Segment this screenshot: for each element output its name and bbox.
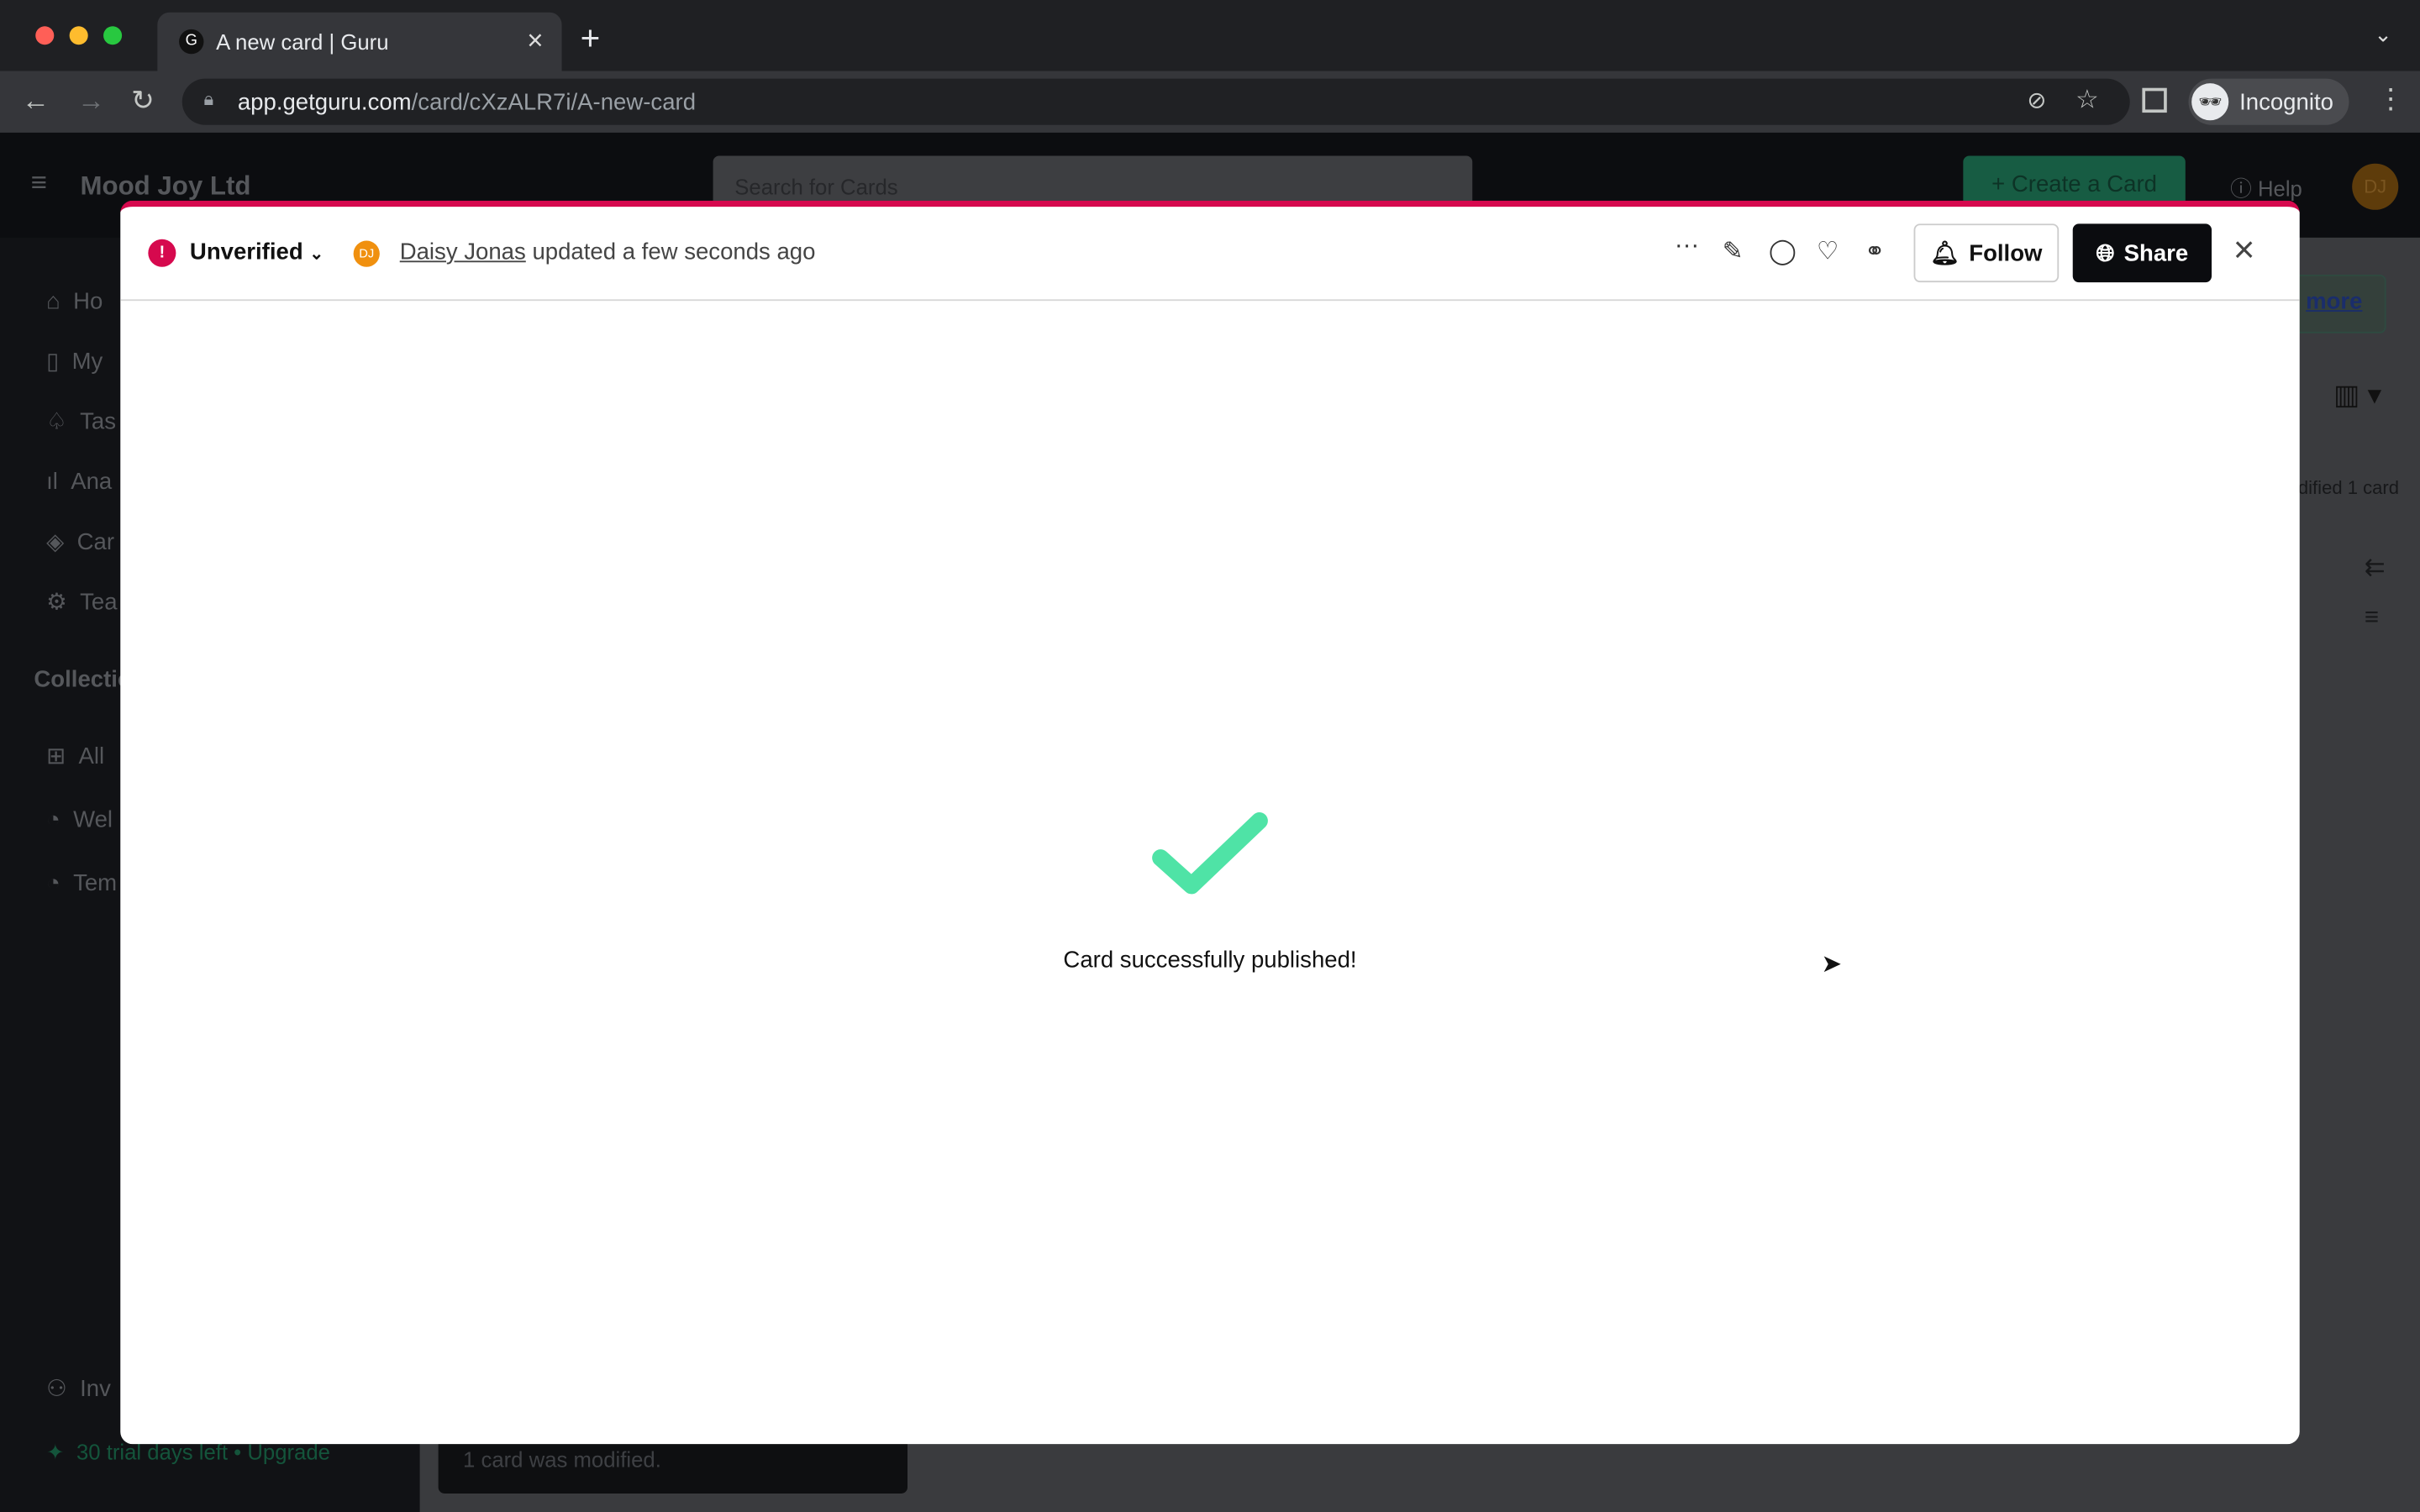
help-link[interactable]: ⓘ Help [2230,173,2302,204]
back-icon[interactable]: ← [22,85,50,118]
chevron-down-icon: ⌄ [309,245,324,265]
unverified-alert-icon: ! [148,239,176,267]
reload-icon[interactable]: ↻ [131,85,155,118]
updated-text: updated a few seconds ago [532,239,816,265]
side-panel-icon[interactable] [2142,87,2167,113]
sidebar-item-team-settings[interactable]: ⚙ Tea [46,572,117,633]
org-name[interactable]: Mood Joy Ltd [81,171,251,202]
author-avatar: DJ [353,240,380,267]
incognito-icon: 🕶︎ [2191,83,2229,121]
collection-templates[interactable]: ◔ Tem [46,852,117,915]
browser-menu-icon[interactable]: ⋮ [2377,83,2405,116]
incognito-profile-button[interactable]: 🕶︎ Incognito [2188,78,2349,125]
search-placeholder: Search for Cards [734,174,898,199]
lock-icon: 🔒︎ [203,87,214,110]
sidebar-item-my-cards[interactable]: ▯ My [46,332,117,392]
column-layout-icon[interactable]: ▥ ▾ [2333,380,2381,412]
address-bar[interactable]: 🔒︎ app.getguru.com/card/cXzALR7i/A-new-c… [182,78,2130,125]
verification-status-dropdown[interactable]: Unverified ⌄ [190,239,324,265]
close-tab-icon[interactable]: × [527,24,543,57]
forward-icon[interactable]: → [77,85,105,118]
learn-more-link[interactable]: more [2306,288,2362,314]
edit-pencil-icon[interactable]: ✎ [1723,236,1744,267]
heart-icon[interactable]: ♡ [1817,236,1839,267]
more-options-icon[interactable]: ··· [1675,233,1699,260]
sidebar-item-card-manager[interactable]: ◈ Car [46,512,117,573]
author-link[interactable]: Daisy Jonas [400,239,526,265]
share-button[interactable]: 🌐︎ Share [2072,223,2212,283]
collection-welcome[interactable]: ◔ Wel [46,789,117,852]
profile-label: Incognito [2239,89,2333,116]
card-modal: ! Unverified ⌄ DJ Daisy Jonas updated a … [120,200,2300,1445]
toast-message: 1 card was modified. [463,1446,661,1473]
sidebar-item-home[interactable]: ⌂ Ho [46,271,117,332]
hamburger-menu-icon[interactable]: ≡ [31,166,47,199]
globe-icon: 🌐︎ [2096,239,2115,266]
copy-link-icon[interactable]: ⚭ [1865,236,1886,267]
mouse-cursor-icon: ➤ [1821,952,1842,979]
minimize-window-button[interactable] [69,26,88,45]
help-label: Help [2257,176,2302,201]
follow-label: Follow [1969,239,2043,266]
url-path: /card/cXzALR7i/A-new-card [411,89,697,116]
new-tab-button[interactable]: + [581,18,601,59]
eye-off-icon[interactable]: ⊘ [2027,87,2046,114]
publish-success-message: Card successfully published! [1063,947,1357,974]
status-label: Unverified [189,239,303,265]
star-icon[interactable]: ☆ [2075,85,2099,116]
comment-icon[interactable]: ◯ [1769,236,1797,267]
browser-toolbar: ← → ↻ 🔒︎ app.getguru.com/card/cXzALR7i/A… [0,71,2420,133]
user-avatar[interactable]: DJ [2352,163,2399,210]
close-window-button[interactable] [35,26,55,45]
card-header: ! Unverified ⌄ DJ Daisy Jonas updated a … [120,207,2300,302]
modified-status: dified 1 card [2297,476,2399,499]
share-label: Share [2123,239,2189,266]
browser-tab[interactable]: G A new card | Guru × [157,12,562,71]
guru-favicon-icon: G [179,29,204,55]
bell-icon: 🔔︎ [1930,240,1960,267]
filter-icon[interactable]: ≡ [2365,605,2379,633]
sidebar-nav: ⌂ Ho ▯ My ♤ Tas ıl Ana ◈ Car ⚙ Tea [46,271,117,633]
tab-list-chevron-icon[interactable]: ⌄ [2374,22,2392,48]
url-host: app.getguru.com [237,89,412,116]
browser-tab-bar: G A new card | Guru × + ⌄ [0,0,2420,71]
collections-heading: Collectio [34,666,132,693]
close-icon[interactable]: × [2233,230,2255,273]
sidebar-item-analytics[interactable]: ıl Ana [46,452,117,512]
maximize-window-button[interactable] [103,26,123,45]
collapse-icon[interactable]: ⇇ [2365,553,2386,584]
invite-item[interactable]: ⚇ Inv [46,1375,111,1402]
tab-title: A new card | Guru [216,29,389,55]
success-checkmark-icon [1152,812,1268,895]
collection-all[interactable]: ⊞ All [46,725,117,788]
sidebar-item-tasks[interactable]: ♤ Tas [46,392,117,453]
follow-button[interactable]: 🔔︎ Follow [1913,223,2060,283]
